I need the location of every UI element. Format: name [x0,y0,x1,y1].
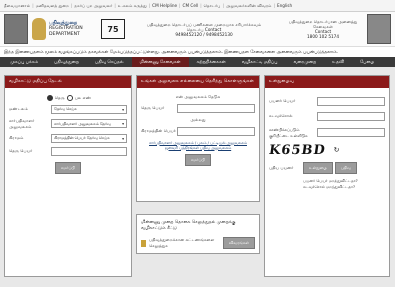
nav-circulars[interactable]: சுற்றறிக்கைகள் [189,59,234,65]
sro-select[interactable]: சார்பதிவாளர் அலுவலகம் தேர்வு ▾ [51,119,127,128]
header-right-line1: பதிவுத்துறை தொடர்பான அனைத்து சேவைகள் [288,19,358,29]
login-button[interactable]: உள்நுழை [303,161,333,174]
dept-subname: REGISTRATION DEPARTMENT [49,26,83,37]
anniversary-logo: 75 [101,19,125,39]
top-links-bar: தீவையானால் | மனிதவளத் துறை | நகர்ப் புற அல… [0,0,395,12]
street-radio[interactable] [46,94,53,101]
e-payment-title: மின்னணு முறை தொகை செலுத்துதல் முறைக்கு வ… [141,220,236,231]
guideline-search-panel: வழிகாட்டு மதிப்பு தேடல் தெரு புல எண் மண்… [4,75,132,277]
dept-title: பதிவுத்துறை REGISTRATION DEPARTMENT [49,21,93,37]
register-button[interactable]: பதிவு [334,161,357,174]
e-payment-doc-text: பதிவுத்துறைக்கான கட்டணங்களை செலுத்துக [149,237,215,248]
e-payment-details-button[interactable]: விவரங்கள் [222,237,255,249]
top-link-cm-cell[interactable]: CM Cell [181,3,201,8]
sro-select-value: சார்பதிவாளர் அலுவலகம் தேர்வு [54,120,111,126]
captcha-image: K65BD [267,142,327,158]
nav-department[interactable]: பதிவுத்துறை [46,59,87,65]
office-search-subtitle: என் அலுவலகம் தேடுக [175,93,221,99]
chevron-down-icon: ▾ [122,106,124,112]
nav-home[interactable]: முகப்பு பக்கம் [2,59,46,65]
top-link-urban[interactable]: நகர்ப் புற அலுவலர் [72,3,114,9]
header-helpline-info: பதிவுத்துறை தொடர்பான அனைத்து சேவைகள் Con… [283,19,363,39]
header-phone: 9498452120 / 9498452130 [175,31,233,37]
header-contact-info: பதிவுத்துறை தொடர்புப் பணிகளை முறையாக சரி… [125,22,283,37]
nav-e-services[interactable]: மின்னணு சேவைகள் [131,57,189,67]
office-link-1[interactable]: சார்பதிவாளர் அலுவலகம் / புலம் / பட்டியல்… [141,140,255,145]
office-link-2[interactable]: ஜனவரி பத்திரங்கள் பதிவு அலுவலகம் [141,145,255,150]
refresh-icon[interactable]: ↻ [334,146,340,154]
site-header: பதிவுத்துறை REGISTRATION DEPARTMENT 75 ப… [0,12,395,47]
top-link-home[interactable]: தீவையானால் [2,3,32,9]
office-street-label: தெரு பெயர் [141,105,165,110]
header-right-phone: 1800 102 5174 [307,34,339,39]
search-submit-button[interactable]: சமர்ப்பி [54,161,82,174]
main-content: வழிகாட்டு மதிப்பு தேடல் தெரு புல எண் மண்… [0,67,395,277]
main-nav: முகப்பு பக்கம் பதிவுத்துறை பதிவு செய்தல்… [0,57,395,67]
search-type-radios: தெரு புல எண் [9,94,127,101]
nav-rules[interactable]: வரைமுறை [285,59,324,65]
street-name-label: தெரு பெயர் [9,148,33,153]
new-user-label: புதிய பயனர் [269,164,294,170]
panel-title: உங்கள் அலுவலக எல்லையை தெரிந்து கொள்ளுங்க… [137,76,259,88]
news-ticker: இந்த இணையதளம் மூலம் வழங்கப்படும் தகவல்கள… [0,47,395,57]
top-link-hr[interactable]: மனிதவளத் துறை [34,3,71,9]
survey-radio-label: புல எண் [74,94,92,100]
top-link-contact[interactable]: தொடர்பு [202,3,223,9]
nav-guideline-value[interactable]: வழிகாட்டி மதிப்பு [234,59,286,65]
top-link-officers[interactable]: அலுவலர்களின் விவரம் [224,3,274,9]
username-label: பயனர் பெயர் [269,98,296,103]
nav-box[interactable]: பேழை [352,59,382,65]
login-panel: உள்நுழைவு பயனர் பெயர் கடவுச்சொல் காண்பிக… [264,75,390,277]
forgot-password-link[interactable]: கடவுச்சொல் மறந்துவிட்டதா? [303,184,385,190]
top-link-feedback[interactable]: உ.கலம் கருத்து [116,3,149,9]
chevron-down-icon: ▾ [122,121,124,126]
village-label: கிராமம் [9,135,24,140]
state-emblem-icon [32,18,46,40]
captcha-label: காண்பிக்கப்படும் குறியீட்டை உள்ளிடுக [269,126,308,138]
top-link-english[interactable]: English [275,3,294,8]
village-select-value: கிராமத்தின் பெயர் தேர்வு செய்க [54,135,110,140]
e-payment-panel: மின்னணு முறை தொகை செலுத்துதல் முறைக்கு வ… [136,214,260,254]
office-village-label: கிராமத்தின் பெயர் [141,128,176,133]
panel-title: வழிகாட்டு மதிப்பு தேடல் [5,76,131,88]
office-village-input[interactable] [177,126,255,136]
nav-help[interactable]: உதவி [324,59,352,65]
chevron-down-icon: ▾ [122,135,124,141]
survey-radio[interactable] [66,94,73,101]
username-input[interactable] [317,96,385,106]
sro-label: சார்பதிவாளர் அலுவலகம் [9,117,35,129]
panel-title: உள்நுழைவு [265,76,389,88]
street-radio-label: தெரு [54,94,65,100]
street-name-input[interactable] [51,146,127,156]
header-info-line1: பதிவுத்துறை தொடர்புப் பணிகளை முறையாக சரி… [146,21,262,27]
nav-registration[interactable]: பதிவு செய்தல் [87,59,132,65]
office-submit-button[interactable]: சமர்ப்பி [184,153,212,166]
zone-select-value: தேர்வு செய்க [54,106,77,111]
password-label: கடவுச்சொல் [269,113,293,118]
middle-column: உங்கள் அலுவலக எல்லையை தெரிந்து கொள்ளுங்க… [136,75,260,277]
document-icon [141,239,146,247]
village-select[interactable]: கிராமத்தின் பெயர் தேர்வு செய்க ▾ [51,133,127,143]
page: தீவையானால் | மனிதவளத் துறை | நகர்ப் புற அல… [0,0,395,287]
leader-photo-right [367,14,391,44]
top-link-cm-helpline[interactable]: CM Helpline [150,3,179,8]
password-input[interactable] [317,111,385,121]
captcha-input[interactable] [317,128,385,137]
office-boundary-panel: உங்கள் அலுவலக எல்லையை தெரிந்து கொள்ளுங்க… [136,75,260,202]
or-text: அல்லது [190,116,206,122]
leader-photo-left [4,14,28,44]
office-street-input[interactable] [177,103,255,113]
zone-select[interactable]: தேர்வு செய்க ▾ [51,104,127,114]
zone-label: மண்டலம் [9,106,28,111]
